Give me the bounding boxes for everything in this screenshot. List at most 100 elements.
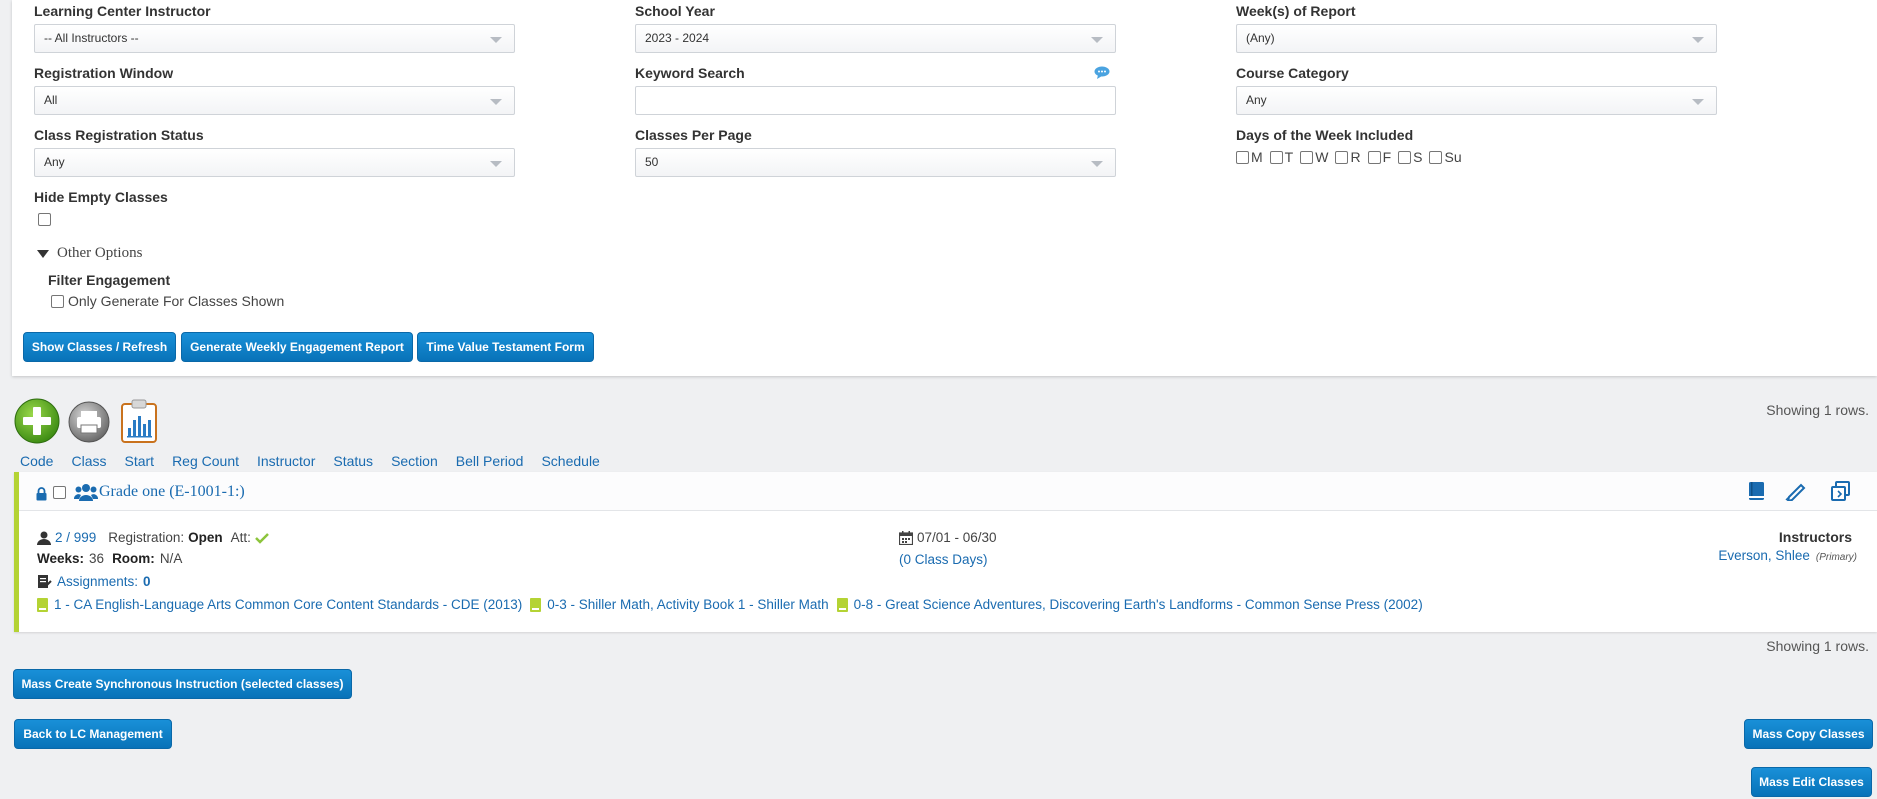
only-generate-label: Only Generate For Classes Shown [68, 293, 285, 309]
day-checkbox-s[interactable]: S [1398, 149, 1422, 165]
course-category-select-value: Any [1246, 93, 1267, 107]
room-label: Room: [112, 551, 155, 566]
class-days-row: (0 Class Days) [899, 552, 988, 567]
chat-help-icon[interactable] [1094, 66, 1110, 79]
sort-status[interactable]: Status [333, 453, 373, 469]
chevron-down-icon [1692, 37, 1704, 43]
add-class-icon[interactable] [14, 398, 60, 444]
reg-status-select-value: Any [44, 155, 65, 169]
curriculum-link[interactable]: 0-8 - Great Science Adventures, Discover… [854, 597, 1423, 612]
calendar-icon [899, 530, 913, 545]
sort-section[interactable]: Section [391, 453, 438, 469]
curriculum-book-icon [836, 597, 848, 612]
reg-status-select[interactable]: Any [34, 148, 515, 177]
back-to-lc-management-button[interactable]: Back to LC Management [14, 719, 172, 749]
day-checkbox-w[interactable]: W [1300, 149, 1328, 165]
day-checkbox-m[interactable]: M [1236, 149, 1263, 165]
instructor-entry: Everson, Shlee (Primary) [1718, 548, 1857, 563]
date-range: 07/01 - 06/30 [917, 530, 997, 545]
triangle-down-icon [37, 249, 49, 258]
day-checkbox-t[interactable]: T [1269, 149, 1293, 165]
sort-columns: Code Class Start Reg Count Instructor St… [20, 453, 618, 469]
edit-pen-icon[interactable] [1785, 481, 1807, 501]
weeks-value: 36 [89, 551, 105, 566]
only-generate-option[interactable]: Only Generate For Classes Shown [51, 293, 284, 309]
copy-icon[interactable] [1830, 480, 1852, 502]
filter-engagement-label: Filter Engagement [48, 272, 171, 288]
curriculum-link[interactable]: 0-3 - Shiller Math, Activity Book 1 - Sh… [547, 597, 828, 612]
chevron-down-icon [1091, 161, 1103, 167]
per-page-label: Classes Per Page [635, 127, 752, 143]
attendance-label: Att: [230, 530, 251, 545]
other-options-label: Other Options [57, 245, 143, 261]
day-checkbox-su[interactable]: Su [1429, 149, 1462, 165]
curriculum-book-icon [37, 597, 48, 612]
chevron-down-icon [1091, 37, 1103, 43]
other-options-toggle[interactable]: Other Options [37, 245, 142, 262]
assignments-label[interactable]: Assignments: [57, 574, 138, 589]
registration-window-select-value: All [44, 93, 58, 107]
checkbox[interactable] [1300, 150, 1314, 164]
checkbox[interactable] [1335, 150, 1349, 164]
room-value: N/A [159, 551, 183, 566]
print-icon[interactable] [68, 401, 110, 443]
chevron-down-icon [1692, 99, 1704, 105]
sort-instructor[interactable]: Instructor [257, 453, 315, 469]
class-days-link[interactable]: (0 Class Days) [899, 552, 988, 567]
curriculum-link[interactable]: 1 - CA English-Language Arts Common Core… [54, 597, 522, 612]
checkbox[interactable] [1398, 150, 1412, 164]
weeks-select[interactable]: (Any) [1236, 24, 1717, 53]
checkbox[interactable] [1269, 150, 1283, 164]
hide-empty-checkbox[interactable] [38, 213, 51, 226]
checkbox[interactable] [1367, 150, 1381, 164]
assignment-edit-icon [38, 575, 52, 588]
only-generate-checkbox[interactable] [51, 294, 64, 308]
per-page-select-value: 50 [645, 155, 659, 169]
day-checkbox-f[interactable]: F [1367, 149, 1391, 165]
per-page-select[interactable]: 50 [635, 148, 1116, 177]
instructor-select[interactable]: -- All Instructors -- [34, 24, 515, 53]
mass-create-sync-button[interactable]: Mass Create Synchronous Instruction (sel… [13, 669, 352, 699]
checkbox[interactable] [1429, 150, 1443, 164]
instructor-select-value: -- All Instructors -- [44, 31, 139, 45]
sort-schedule[interactable]: Schedule [541, 453, 599, 469]
mass-copy-classes-button[interactable]: Mass Copy Classes [1744, 719, 1873, 749]
filter-panel [12, 0, 1877, 376]
registration-window-label: Registration Window [34, 65, 174, 81]
reg-status-label: Class Registration Status [34, 127, 204, 143]
checkbox[interactable] [1236, 150, 1249, 164]
keyword-search-input[interactable] [635, 86, 1116, 115]
enrollment-count[interactable]: 2 / 999 [55, 530, 96, 545]
days-label: Days of the Week Included [1236, 127, 1414, 143]
sort-bell-period[interactable]: Bell Period [456, 453, 524, 469]
weeks-room-row: Weeks: 36 Room: N/A [37, 551, 182, 566]
course-category-select[interactable]: Any [1236, 86, 1717, 115]
assignments-count[interactable]: 0 [143, 574, 151, 589]
showing-rows-top: Showing 1 rows. [1766, 402, 1869, 418]
weekly-engagement-report-button[interactable]: Generate Weekly Engagement Report [181, 332, 413, 362]
report-clipboard-icon[interactable] [119, 398, 159, 444]
class-title-link[interactable]: Grade one (E-1001-1:) [99, 483, 245, 501]
instructor-name-link[interactable]: Everson, Shlee [1718, 548, 1810, 563]
day-checkbox-r[interactable]: R [1335, 149, 1361, 165]
keyword-search-label: Keyword Search [635, 65, 745, 81]
time-value-testament-button[interactable]: Time Value Testament Form [417, 332, 594, 362]
school-year-select[interactable]: 2023 - 2024 [635, 24, 1116, 53]
weeks-label-text: Weeks: [37, 551, 85, 566]
book-icon[interactable] [1748, 481, 1766, 501]
instructors-heading: Instructors [1778, 529, 1852, 545]
sort-class[interactable]: Class [71, 453, 106, 469]
registration-window-select[interactable]: All [34, 86, 515, 115]
course-category-label: Course Category [1236, 65, 1349, 81]
date-range-row: 07/01 - 06/30 [899, 530, 997, 545]
class-select-checkbox[interactable] [53, 486, 66, 499]
curricula-row: 1 - CA English-Language Arts Common Core… [37, 597, 1423, 612]
sort-start[interactable]: Start [124, 453, 154, 469]
weeks-select-value: (Any) [1246, 31, 1275, 45]
mass-edit-classes-button[interactable]: Mass Edit Classes [1751, 767, 1872, 797]
show-classes-button[interactable]: Show Classes / Refresh [23, 332, 176, 362]
assignments-row[interactable]: Assignments: 0 [37, 574, 151, 589]
curriculum-book-icon [530, 597, 542, 612]
sort-code[interactable]: Code [20, 453, 53, 469]
sort-reg-count[interactable]: Reg Count [172, 453, 239, 469]
